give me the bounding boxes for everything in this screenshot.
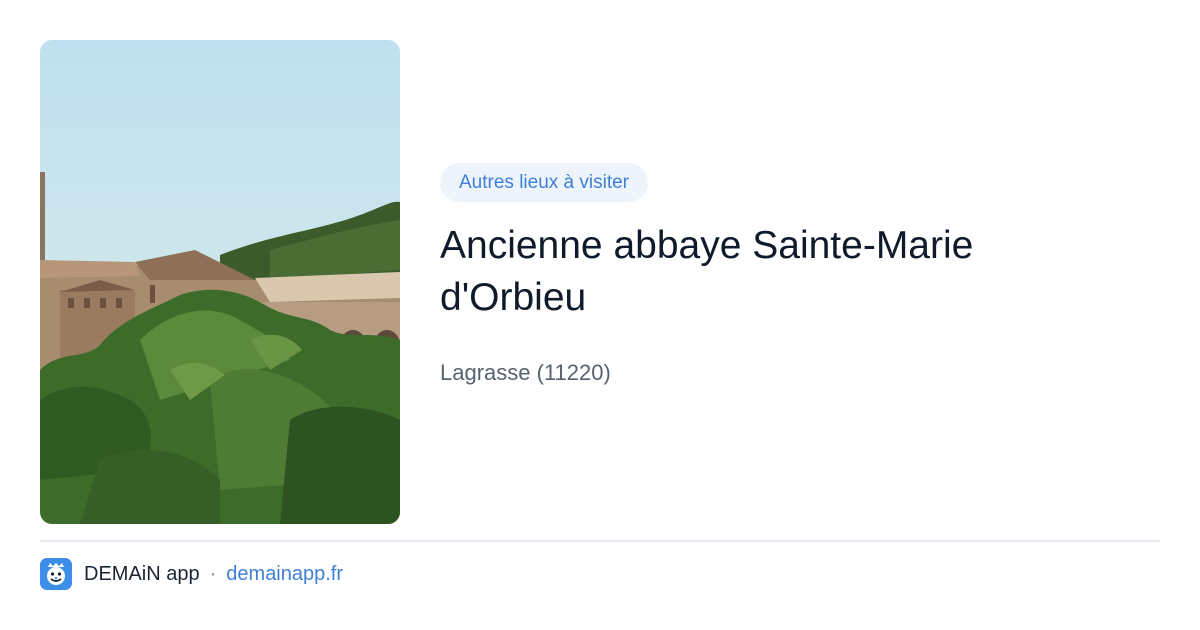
divider [40, 540, 1160, 542]
site-link[interactable]: demainapp.fr [226, 563, 343, 586]
place-title: Ancienne abbaye Sainte-Marie d'Orbieu [440, 224, 974, 319]
app-name: DEMAiN app [84, 562, 200, 585]
separator: · [209, 562, 217, 585]
share-card: Autres lieux à visiter Ancienne abbaye S… [0, 0, 1200, 630]
demain-app-logo-icon [40, 558, 72, 590]
place-info: Autres lieux à visiter Ancienne abbaye S… [440, 163, 1140, 386]
abbey-photo [40, 40, 400, 524]
footer: DEMAiN app · demainapp.fr [40, 558, 343, 590]
category-badge[interactable]: Autres lieux à visiter [440, 163, 649, 202]
place-location: Lagrasse (11220) [440, 360, 611, 385]
